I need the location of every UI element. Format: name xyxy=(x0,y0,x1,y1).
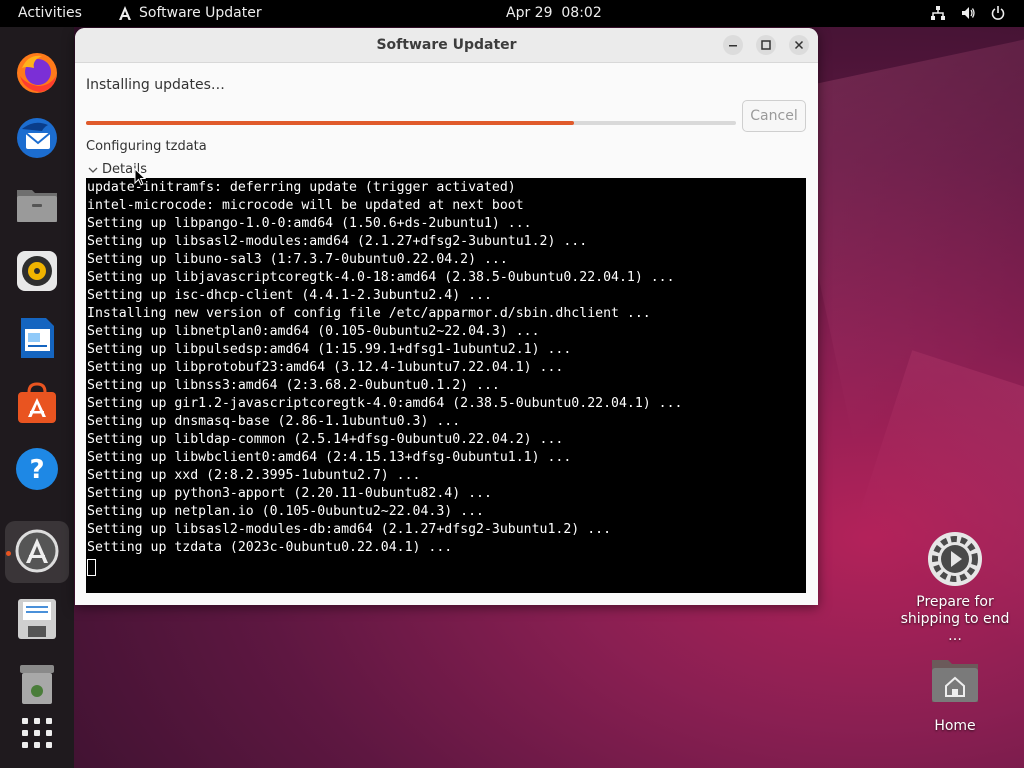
files-icon[interactable] xyxy=(14,182,60,228)
progress-fill xyxy=(86,121,574,125)
terminal-line: Setting up libuno-sal3 (1:7.3.7-0ubuntu0… xyxy=(87,252,508,267)
system-tray[interactable] xyxy=(930,5,1006,21)
minimize-icon xyxy=(729,45,737,47)
maximize-icon xyxy=(761,40,771,50)
power-icon[interactable] xyxy=(990,5,1006,21)
terminal-line: Setting up xxd (2:8.2.3995-1ubuntu2.7) .… xyxy=(87,468,421,483)
terminal-line: Setting up libsasl2-modules-db:amd64 (2.… xyxy=(87,522,612,537)
trash-icon[interactable] xyxy=(14,661,60,707)
firefox-icon[interactable] xyxy=(14,50,60,96)
desktop-home-folder[interactable]: Home xyxy=(920,656,990,734)
chevron-down-icon xyxy=(88,167,98,173)
terminal-line: update-initramfs: deferring update (trig… xyxy=(87,180,516,195)
status-text: Installing updates… xyxy=(86,77,225,93)
rhythmbox-icon[interactable] xyxy=(14,248,60,294)
configuring-label: Configuring tzdata xyxy=(86,139,207,154)
terminal-line: Setting up gir1.2-javascriptcoregtk-4.0:… xyxy=(87,396,683,411)
mouse-pointer-icon xyxy=(134,168,146,186)
close-icon xyxy=(794,40,804,50)
terminal-line: intel-microcode: microcode will be updat… xyxy=(87,198,524,213)
top-bar: Activities Software Updater Apr 29 08:02 xyxy=(0,0,1024,27)
window-titlebar[interactable]: Software Updater xyxy=(75,28,818,63)
help-icon[interactable]: ? xyxy=(14,446,60,492)
app-menu-label: Software Updater xyxy=(139,5,262,21)
home-label: Home xyxy=(934,718,976,734)
terminal-line: Installing new version of config file /e… xyxy=(87,306,651,321)
gear-play-icon xyxy=(928,532,982,586)
maximize-button[interactable] xyxy=(756,35,776,55)
network-icon[interactable] xyxy=(930,5,946,21)
terminal-output[interactable]: update-initramfs: deferring update (trig… xyxy=(86,178,806,593)
terminal-line: Setting up libnss3:amd64 (2:3.68.2-0ubun… xyxy=(87,378,500,393)
software-updater-window: Software Updater Installing updates… Can… xyxy=(75,28,818,605)
app-menu[interactable]: Software Updater xyxy=(117,5,262,21)
terminal-line: Setting up python3-apport (2.20.11-0ubun… xyxy=(87,486,492,501)
terminal-line: Setting up libldap-common (2.5.14+dfsg-0… xyxy=(87,432,564,447)
thunderbird-icon[interactable] xyxy=(14,115,60,161)
software-updater-icon[interactable] xyxy=(14,528,60,574)
window-title: Software Updater xyxy=(376,37,517,53)
desktop-shortcut-label: Prepare for shipping to end … xyxy=(900,594,1010,644)
running-indicator xyxy=(6,551,11,556)
activities-button[interactable]: Activities xyxy=(18,5,82,21)
terminal-line: Setting up libprotobuf23:amd64 (3.12.4-1… xyxy=(87,360,564,375)
terminal-line: Setting up libsasl2-modules:amd64 (2.1.2… xyxy=(87,234,588,249)
desktop-shortcut-prepare[interactable]: Prepare for shipping to end … xyxy=(900,530,1010,645)
terminal-line: Setting up dnsmasq-base (2.86-1.1ubuntu0… xyxy=(87,414,461,429)
dock: ? xyxy=(0,27,74,768)
terminal-line: Setting up libjavascriptcoregtk-4.0-18:a… xyxy=(87,270,675,285)
software-store-icon[interactable] xyxy=(14,380,60,426)
software-updater-small-icon xyxy=(119,6,131,20)
cancel-button[interactable]: Cancel xyxy=(742,100,806,132)
terminal-line: Setting up tzdata (2023c-0ubuntu0.22.04.… xyxy=(87,540,453,555)
floppy-icon[interactable] xyxy=(14,596,60,642)
close-button[interactable] xyxy=(789,35,809,55)
terminal-line: Setting up libwbclient0:amd64 (2:4.15.13… xyxy=(87,450,572,465)
terminal-line: Setting up libnetplan0:amd64 (0.105-0ubu… xyxy=(87,324,540,339)
home-folder-icon xyxy=(932,660,978,702)
app-grid-icon[interactable] xyxy=(14,710,60,756)
clock[interactable]: Apr 29 08:02 xyxy=(506,5,602,21)
terminal-line: Setting up netplan.io (0.105-0ubuntu2~22… xyxy=(87,504,484,519)
volume-icon[interactable] xyxy=(960,5,976,21)
progress-bar xyxy=(86,121,736,125)
svg-text:?: ? xyxy=(29,455,44,485)
minimize-button[interactable] xyxy=(723,35,743,55)
terminal-line: Setting up libpulsedsp:amd64 (1:15.99.1+… xyxy=(87,342,572,357)
terminal-line: Setting up isc-dhcp-client (4.4.1-2.3ubu… xyxy=(87,288,492,303)
libreoffice-writer-icon[interactable] xyxy=(14,315,60,361)
terminal-cursor xyxy=(87,559,96,576)
terminal-line: Setting up libpango-1.0-0:amd64 (1.50.6+… xyxy=(87,216,532,231)
